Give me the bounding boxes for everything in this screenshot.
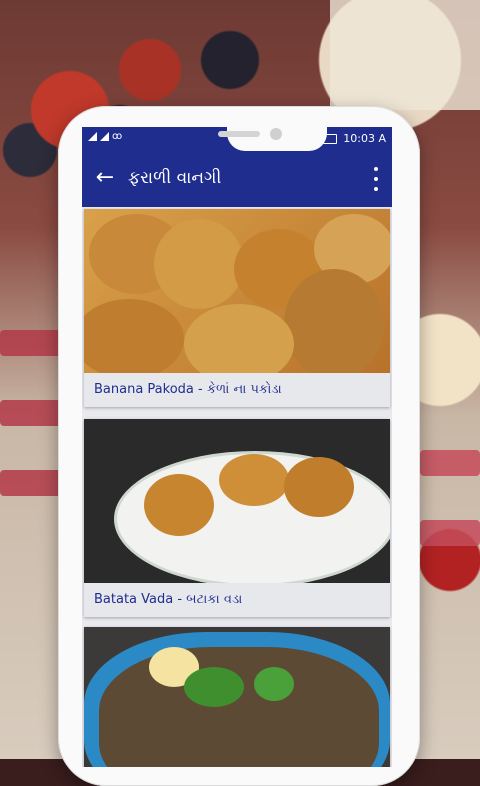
- recipe-card[interactable]: Batata Vada - બટાકા વડા: [84, 419, 390, 617]
- app-bar: ← ફરાળી વાનગી: [82, 151, 392, 207]
- back-arrow-icon[interactable]: ←: [92, 165, 118, 191]
- signal-icon: [100, 132, 109, 141]
- recipe-card[interactable]: Banana Pakoda - કેળાં ના પકોડા: [84, 209, 390, 407]
- background-rhubarb: [420, 450, 480, 476]
- recipe-image-banana-pakoda: [84, 209, 390, 373]
- recipe-card[interactable]: [84, 627, 390, 767]
- status-icons-left: ꝏ: [88, 131, 122, 142]
- phone-camera: [270, 128, 282, 140]
- clock: 10:03 A: [343, 132, 386, 145]
- recipe-title: Batata Vada - બટાકા વડા: [84, 583, 390, 617]
- page-title: ફરાળી વાનગી: [128, 168, 222, 188]
- recipe-image: [84, 627, 390, 767]
- voicemail-icon: ꝏ: [112, 131, 123, 142]
- status-icons-right: 10:03 A: [323, 132, 386, 145]
- recipe-title: Banana Pakoda - કેળાં ના પકોડા: [84, 373, 390, 407]
- more-options-icon[interactable]: [368, 167, 384, 191]
- background-paper: [330, 0, 480, 110]
- background-rhubarb: [420, 520, 480, 546]
- signal-icon: [88, 132, 97, 141]
- phone-speaker: [218, 131, 260, 137]
- app-screen: ꝏ 10:03 A ← ફરાળી વાનગી Banana Pakoda - …: [82, 127, 392, 767]
- recipe-image-batata-vada: [84, 419, 390, 583]
